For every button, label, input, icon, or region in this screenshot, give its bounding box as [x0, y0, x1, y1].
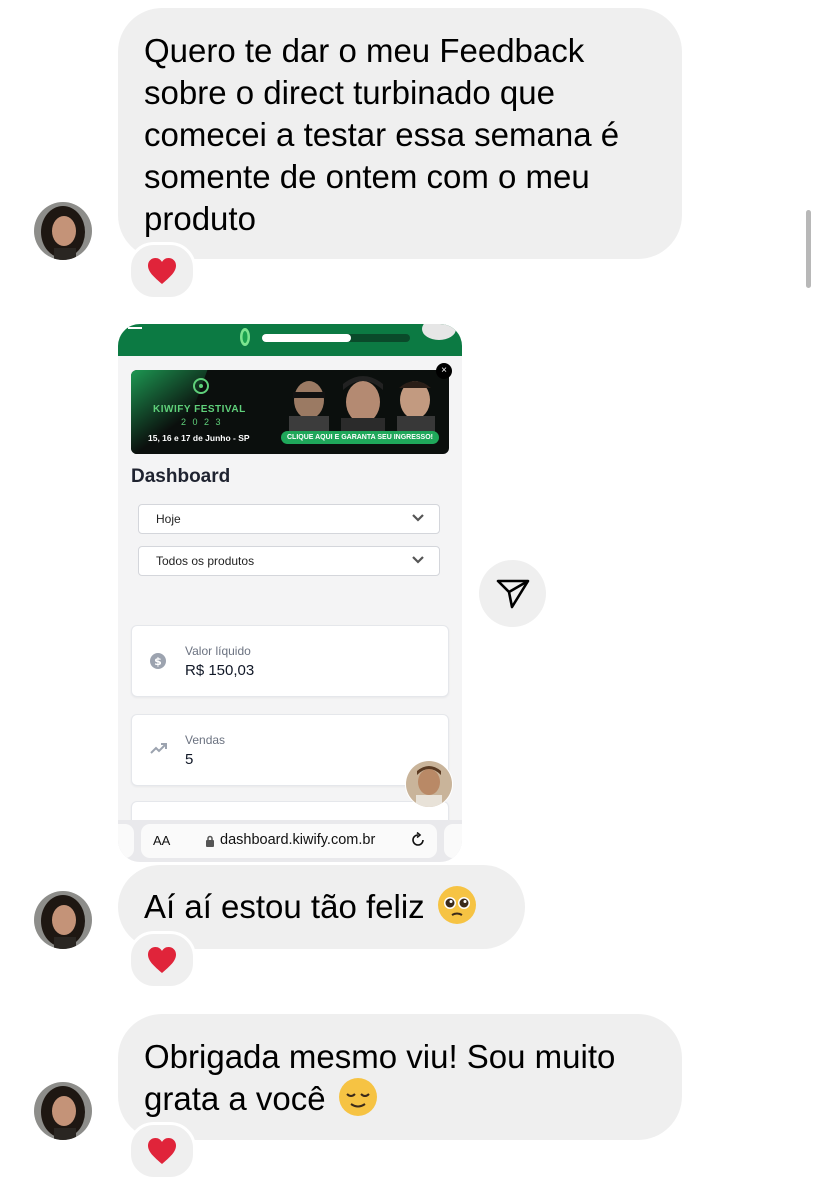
heart-icon: [148, 947, 176, 973]
screenshot-top-bar: [118, 324, 462, 356]
card-label: Vendas: [185, 733, 226, 747]
message-bubble[interactable]: Obrigada mesmo viu! Sou muito grata a vo…: [118, 1014, 682, 1140]
lock-icon: [206, 835, 214, 847]
sender-avatar[interactable]: [405, 760, 453, 808]
promo-banner[interactable]: KIWIFY FESTIVAL 2 0 2 3 15, 16 e 17 de J…: [131, 370, 449, 454]
heart-reaction[interactable]: [128, 242, 196, 300]
avatar[interactable]: [34, 1082, 92, 1140]
banner-dates: 15, 16 e 17 de Junho - SP: [148, 433, 250, 443]
card-value: R$ 150,03: [185, 662, 255, 679]
url-pill[interactable]: AA dashboard.kiwify.com.br: [141, 824, 437, 858]
heart-icon: [148, 258, 176, 284]
share-button[interactable]: [479, 560, 546, 627]
banner-year: 2 0 2 3: [181, 417, 223, 427]
date-filter-value: Hoje: [156, 512, 181, 526]
heart-reaction[interactable]: [128, 931, 196, 989]
heart-icon: [148, 1138, 176, 1164]
message-text: Aí aí estou tão feliz: [144, 888, 425, 925]
banner-close-button[interactable]: ×: [436, 363, 452, 379]
page-progress-fill: [262, 334, 351, 342]
message-text: Quero te dar o meu Feedback sobre o dire…: [144, 32, 620, 237]
message-text: Obrigada mesmo viu! Sou muito grata a vo…: [144, 1038, 616, 1117]
sales-card[interactable]: Vendas 5: [131, 714, 449, 786]
tab-edge-right: [444, 824, 462, 858]
card-label: Valor líquido: [185, 644, 251, 658]
tab-edge-left: [118, 824, 134, 858]
url-text: dashboard.kiwify.com.br: [220, 832, 376, 848]
page-progress-track: [262, 334, 410, 342]
text-size-button[interactable]: AA: [153, 833, 170, 848]
profile-button[interactable]: [422, 324, 456, 340]
card-value: 5: [185, 751, 194, 768]
menu-icon: [128, 327, 142, 329]
relieved-face-emoji: [338, 1078, 377, 1116]
kiwify-logo-icon: [193, 378, 209, 394]
chevron-down-icon: [412, 514, 424, 522]
date-filter-select[interactable]: Hoje: [138, 504, 440, 534]
chevron-down-icon: [412, 556, 424, 564]
avatar[interactable]: [34, 202, 92, 260]
trending-up-icon: [150, 743, 167, 754]
banner-brand: KIWIFY FESTIVAL: [153, 404, 246, 415]
banner-cta-button[interactable]: CLIQUE AQUI E GARANTA SEU INGRESSO!: [281, 431, 439, 444]
dollar-icon: $: [150, 653, 166, 669]
send-icon: [496, 579, 529, 608]
message-bubble[interactable]: Quero te dar o meu Feedback sobre o dire…: [118, 8, 682, 259]
close-icon: ×: [441, 365, 447, 376]
product-filter-select[interactable]: Todos os produtos: [138, 546, 440, 576]
net-value-card[interactable]: $ Valor líquido R$ 150,03: [131, 625, 449, 697]
kiwify-logo-icon: [240, 328, 250, 346]
avatar[interactable]: [34, 891, 92, 949]
pleading-face-emoji: [437, 886, 476, 924]
festival-speakers-image: [289, 376, 435, 432]
browser-url-bar[interactable]: AA dashboard.kiwify.com.br: [118, 820, 462, 862]
heart-reaction[interactable]: [128, 1122, 196, 1180]
reload-icon[interactable]: [410, 832, 426, 848]
scrollbar[interactable]: [806, 210, 811, 288]
svg-text:$: $: [154, 655, 162, 668]
product-filter-value: Todos os produtos: [156, 554, 255, 568]
page-title: Dashboard: [131, 466, 231, 487]
